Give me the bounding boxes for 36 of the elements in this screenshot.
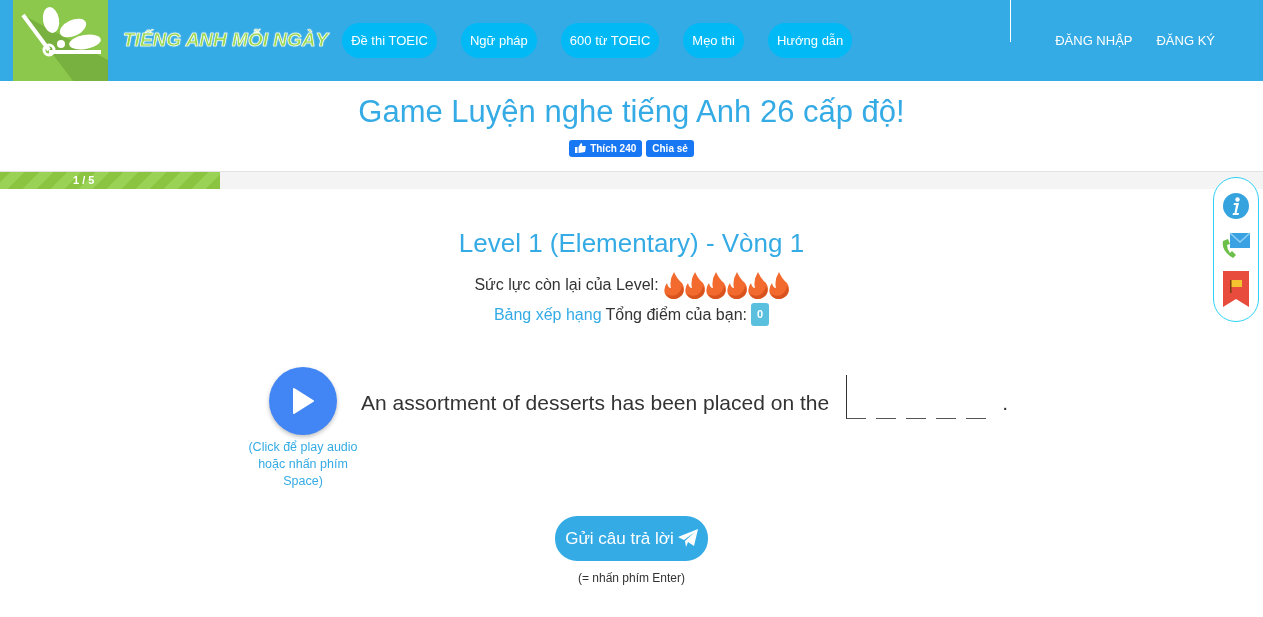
submit-hint: (= nhấn phím Enter) <box>577 570 686 587</box>
question-text: An assortment of desserts has been placed on the <box>361 390 830 416</box>
score-label: Tổng điểm của bạn: <box>605 304 747 325</box>
contact-icon[interactable] <box>1221 231 1251 260</box>
send-icon <box>677 529 698 548</box>
nav-link[interactable]: Mẹo thi <box>683 22 744 59</box>
play-button[interactable] <box>269 366 337 435</box>
flame-icon <box>725 270 748 299</box>
bookmark-icon[interactable] <box>1223 271 1249 308</box>
nav-link[interactable]: 600 từ TOEIC <box>560 22 660 59</box>
info-icon[interactable] <box>1222 191 1250 220</box>
logo-text[interactable]: TIẾNG ANH MỖI NGÀY <box>123 26 329 55</box>
account-link[interactable]: ĐĂNG KÝ <box>1156 30 1215 51</box>
flame-icon <box>704 270 727 299</box>
play-hint: (Click để play audio hoặc nhấn phím Space) <box>247 438 359 490</box>
like-button[interactable]: Thích 240 <box>569 139 643 157</box>
submit-button[interactable]: Gửi câu trả lời <box>555 515 708 561</box>
energy-label: Sức lực còn lại của Level: <box>474 274 659 295</box>
sentence-end: . <box>1002 390 1008 416</box>
nav-link[interactable]: Hướng dẫn <box>767 22 853 59</box>
play-icon <box>292 387 314 414</box>
page-title: Game Luyện nghe tiếng Anh 26 cấp độ! <box>357 93 906 131</box>
blank-field[interactable] <box>846 374 867 419</box>
flame-icon <box>662 270 685 299</box>
score-value: 0 <box>750 303 770 326</box>
ranking-link[interactable]: Bảng xếp hạng <box>493 302 602 327</box>
account-link[interactable]: ĐĂNG NHẬP <box>1055 30 1133 51</box>
nav-link[interactable]: Đề thi TOEIC <box>342 22 437 59</box>
share-button[interactable]: Chia sẻ <box>646 139 694 157</box>
flame-icon <box>767 270 790 299</box>
thumbs-up-icon <box>575 143 587 153</box>
level-title: Level 1 (Elementary) - Vòng 1 <box>458 226 805 260</box>
progress-label: 1 / 5 <box>73 172 95 188</box>
nav-link[interactable]: Ngữ pháp <box>460 22 537 59</box>
flame-icon <box>746 270 769 299</box>
flame-icon <box>683 270 706 299</box>
